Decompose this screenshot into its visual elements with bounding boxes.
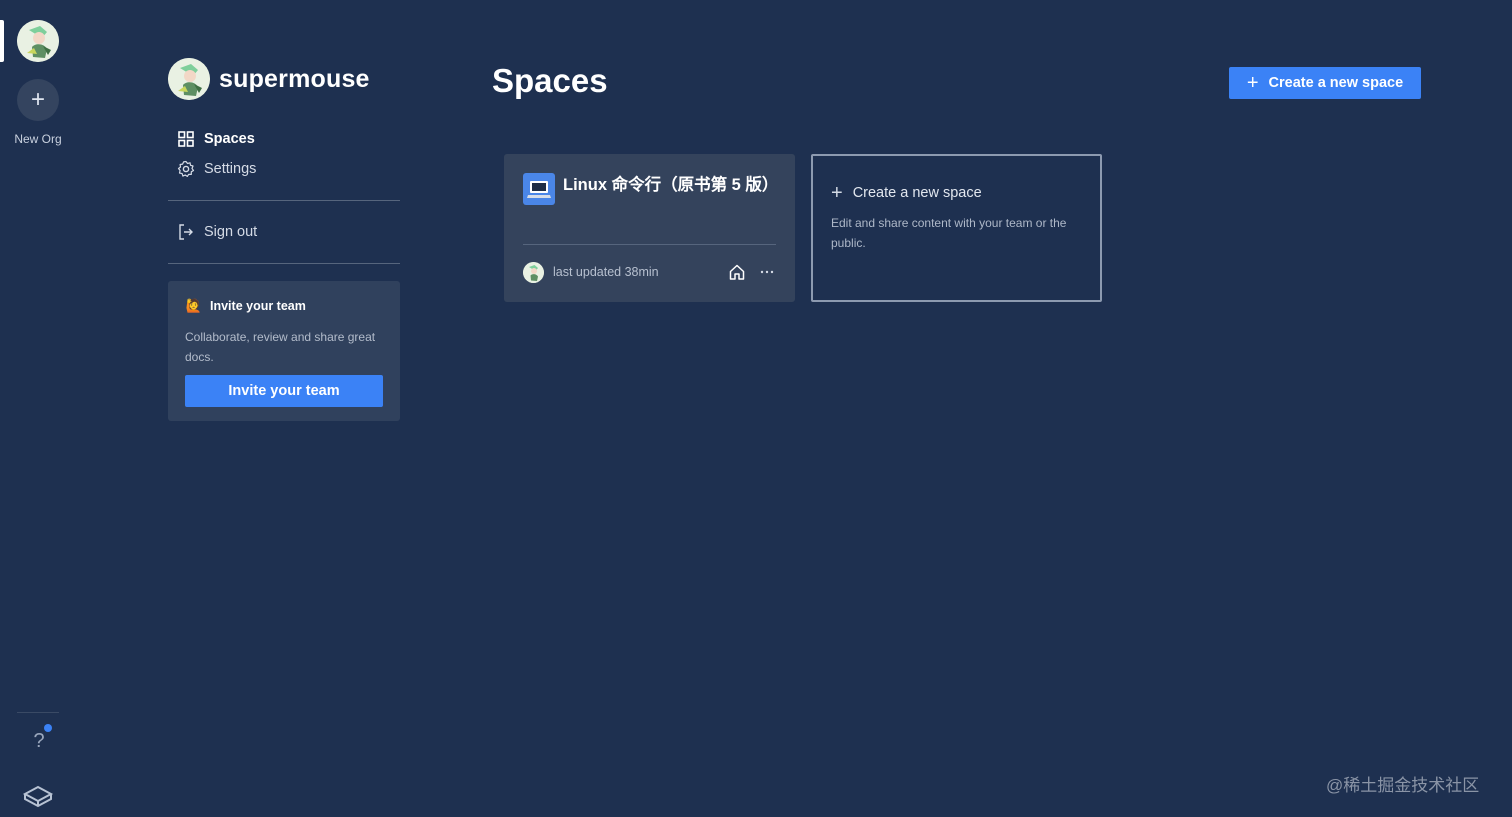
sidebar-item-label: Spaces bbox=[204, 131, 255, 147]
plus-icon: + bbox=[1246, 72, 1259, 94]
notification-dot bbox=[44, 724, 52, 732]
sidebar-divider bbox=[168, 200, 400, 201]
plus-icon: + bbox=[831, 182, 843, 204]
invite-description: Collaborate, review and share great docs… bbox=[185, 330, 376, 364]
gear-icon bbox=[176, 159, 196, 179]
sign-out-button[interactable]: Sign out bbox=[168, 217, 400, 247]
watermark: @稀土掘金技术社区 bbox=[1326, 776, 1480, 795]
create-space-card-description: Edit and share content with your team or… bbox=[831, 216, 1067, 250]
sidebar-divider bbox=[168, 263, 400, 264]
sidebar-item-spaces[interactable]: Spaces bbox=[168, 124, 400, 154]
space-meta: last updated 38min bbox=[523, 245, 776, 299]
more-options-icon[interactable] bbox=[758, 263, 776, 281]
invite-card-title: 🙋 Invite your team bbox=[185, 297, 383, 315]
anime-avatar-icon bbox=[17, 20, 59, 62]
page-title: Spaces bbox=[492, 62, 608, 99]
sidebar: supermouse Spaces Settings Sign out 🙋 In… bbox=[168, 58, 400, 421]
plus-icon: + bbox=[30, 86, 45, 113]
user-avatar bbox=[523, 261, 544, 283]
create-space-card-label: Create a new space bbox=[852, 185, 982, 201]
book-icon[interactable] bbox=[21, 782, 55, 808]
space-actions bbox=[728, 263, 776, 281]
laptop-icon bbox=[523, 173, 555, 205]
space-card-header: Linux 命令行（原书第 5 版） bbox=[523, 173, 778, 244]
sign-out-label: Sign out bbox=[204, 224, 258, 240]
org-avatar bbox=[168, 58, 210, 100]
new-org-label: New Org bbox=[14, 132, 62, 146]
new-org-button[interactable]: + bbox=[17, 79, 59, 121]
space-card[interactable]: Linux 命令行（原书第 5 版） last updated 38min bbox=[504, 154, 795, 302]
rail-divider bbox=[17, 712, 59, 713]
grid-icon bbox=[176, 129, 196, 149]
create-space-card[interactable]: + Create a new space Edit and share cont… bbox=[811, 154, 1102, 302]
raising-hand-icon: 🙋 bbox=[185, 298, 203, 313]
sidebar-nav: Spaces Settings bbox=[168, 124, 400, 184]
home-icon[interactable] bbox=[728, 263, 746, 281]
org-rail: + New Org ? bbox=[0, 0, 76, 817]
invite-title-text: Invite your team bbox=[210, 299, 306, 313]
create-space-button-label: Create a new space bbox=[1268, 75, 1404, 91]
sign-out-icon bbox=[176, 222, 196, 242]
anime-avatar-icon bbox=[523, 261, 544, 283]
anime-avatar-icon bbox=[168, 58, 210, 100]
last-updated-text: last updated 38min bbox=[553, 265, 659, 279]
create-space-button[interactable]: + Create a new space bbox=[1229, 67, 1421, 99]
active-org-indicator bbox=[0, 20, 4, 62]
create-space-card-title: + Create a new space bbox=[831, 183, 1083, 203]
org-header[interactable]: supermouse bbox=[168, 58, 400, 100]
sidebar-item-settings[interactable]: Settings bbox=[168, 154, 400, 184]
invite-team-card: 🙋 Invite your team Collaborate, review a… bbox=[168, 281, 400, 421]
org-name: supermouse bbox=[219, 64, 370, 93]
org-avatar-supermouse[interactable] bbox=[17, 20, 59, 62]
space-title[interactable]: Linux 命令行（原书第 5 版） bbox=[563, 173, 778, 198]
invite-team-button[interactable]: Invite your team bbox=[185, 375, 383, 407]
sidebar-item-label: Settings bbox=[204, 161, 257, 177]
